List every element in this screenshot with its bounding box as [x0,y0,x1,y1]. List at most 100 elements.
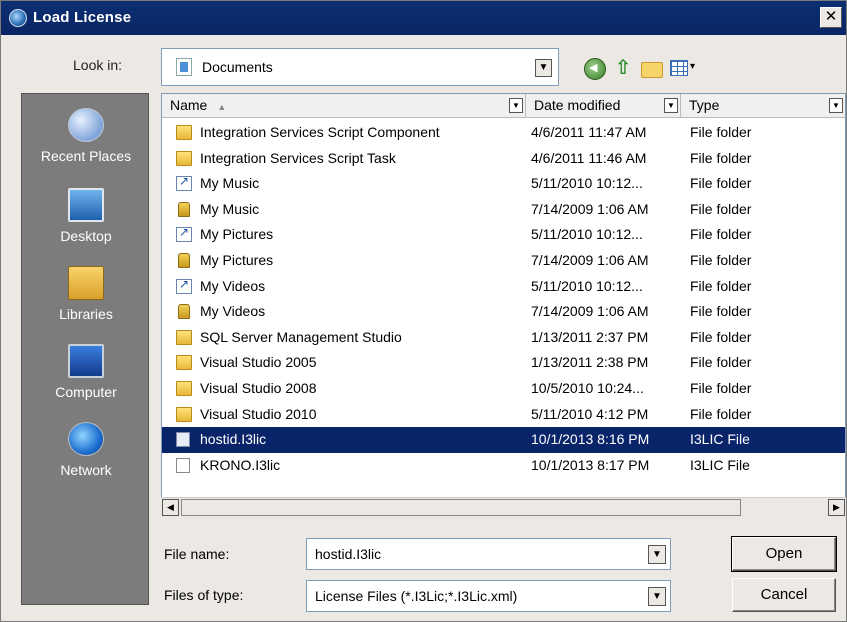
file-row[interactable]: Visual Studio 2008 10/5/2010 10:24... File… [162,376,845,402]
place-recent-places[interactable]: Recent Places [22,108,150,164]
computer-icon [68,344,104,378]
file-name-cell: My Music [200,200,260,217]
file-type-cell: File folder [690,226,752,243]
open-button[interactable]: Open [731,536,837,572]
sort-ascending-icon: ▲ [217,102,227,112]
place-label: Network [60,462,112,478]
file-row[interactable]: SQL Server Management Studio 1/13/2011 2:… [162,325,845,351]
chevron-down-icon[interactable]: ▼ [664,98,678,113]
close-button[interactable]: ✕ [820,7,842,28]
date-modified-cell: 10/1/2013 8:17 PM [531,456,650,473]
date-modified-cell: 7/14/2009 1:06 AM [531,303,649,320]
file-type-cell: File folder [690,379,752,396]
scroll-right-arrow-icon[interactable]: ▶ [828,499,845,516]
file-type-value: License Files (*.I3Lic;*.I3Lic.xml) [315,588,518,604]
date-modified-cell: 5/11/2010 10:12... [531,175,643,192]
look-in-combobox[interactable]: Documents ▼ [161,48,559,86]
date-modified-cell: 5/11/2010 10:12... [531,226,643,243]
horizontal-scrollbar[interactable]: ◀ ▶ [161,497,846,517]
file-row[interactable]: hostid.I3lic 10/1/2013 8:16 PM I3LIC File [162,427,845,453]
file-name-cell: Integration Services Script Task [200,149,396,166]
chevron-down-icon[interactable]: ▼ [535,59,552,77]
column-header-type[interactable]: Type ▼ [681,94,845,118]
shortcut-folder-icon [176,277,192,294]
place-network[interactable]: Network [22,422,150,478]
chevron-down-icon[interactable]: ▼ [829,98,843,113]
date-modified-cell: 4/6/2011 11:47 AM [531,124,647,140]
file-type-cell: File folder [690,405,752,422]
shortcut-folder-icon [176,174,192,192]
date-modified-cell: 1/13/2011 2:37 PM [531,328,649,345]
file-list[interactable]: Name ▲ ▼ Date modified ▼ Type ▼ Integrati… [161,93,846,517]
file-name-combobox[interactable]: hostid.I3lic ▼ [306,538,671,570]
file-row[interactable]: Visual Studio 2005 1/13/2011 2:38 PM File … [162,350,845,376]
file-row[interactable]: Integration Services Script Task 4/6/2011… [162,146,845,172]
folder-icon [176,125,192,140]
file-row[interactable]: My Pictures 5/11/2010 10:12... File folder [162,222,845,248]
locked-folder-icon [178,252,190,268]
file-type-cell: File folder [690,251,752,268]
file-name-cell: My Pictures [200,226,274,243]
date-modified-cell: 1/13/2011 2:38 PM [531,354,649,371]
file-type-select[interactable]: License Files (*.I3Lic;*.I3Lic.xml) ▼ [306,580,671,612]
window-title: Load License [33,9,132,26]
date-modified-cell: 10/5/2010 10:24... [531,379,644,396]
view-menu-button[interactable]: ▾ [670,58,702,80]
column-header-date[interactable]: Date modified ▼ [526,94,681,118]
file-row[interactable]: Integration Services Script Component 4/6… [162,120,845,146]
date-modified-cell: 5/11/2010 10:12... [531,277,643,294]
shortcut-folder-icon [176,225,192,243]
file-type-cell: File folder [690,149,752,166]
date-modified-cell: 7/14/2009 1:06 AM [531,200,649,217]
file-name-cell: SQL Server Management Studio [200,328,402,345]
date-modified-cell: 5/11/2010 4:12 PM [531,405,649,422]
file-row[interactable]: My Videos 7/14/2009 1:06 AM File folder [162,299,845,325]
load-license-dialog: Load License ✕ Look in: Documents ▼ ⇧ ▾ … [0,0,847,622]
file-name-cell: Visual Studio 2005 [200,354,317,371]
place-computer[interactable]: Computer [22,344,150,400]
scrollbar-thumb[interactable] [181,499,741,516]
place-label: Recent Places [40,148,132,164]
file-type-cell: File folder [690,354,752,371]
place-desktop[interactable]: Desktop [22,188,150,244]
chevron-down-icon[interactable]: ▼ [648,545,666,564]
file-name-label: File name: [164,546,230,562]
documents-icon [176,58,192,76]
place-label: Desktop [60,228,112,244]
file-row[interactable]: KRONO.I3lic 10/1/2013 8:17 PM I3LIC File [162,453,845,479]
file-type-cell: File folder [690,303,752,320]
file-name-value: hostid.I3lic [315,546,382,562]
desktop-icon [68,188,104,222]
file-name-cell: KRONO.I3lic [200,456,281,473]
file-row[interactable]: My Pictures 7/14/2009 1:06 AM File folder [162,248,845,274]
title-bar[interactable]: Load License ✕ [1,1,846,35]
file-type-cell: File folder [690,328,752,345]
file-name-cell: hostid.I3lic [200,431,267,448]
chevron-down-icon[interactable]: ▼ [648,587,666,606]
up-folder-icon[interactable]: ⇧ [612,58,634,80]
column-header-label: Date modified [534,97,621,113]
place-libraries[interactable]: Libraries [22,266,150,322]
recent-places-icon [68,108,104,142]
locked-folder-icon [178,304,190,320]
chevron-down-icon: ▾ [690,61,696,72]
file-row[interactable]: My Music 5/11/2010 10:12... File folder [162,171,845,197]
column-header-name[interactable]: Name ▲ ▼ [162,94,526,118]
scroll-left-arrow-icon[interactable]: ◀ [162,499,179,516]
file-rows: Integration Services Script Component 4/6… [162,120,845,478]
file-name-cell: Visual Studio 2010 [200,405,317,422]
file-type-cell: File folder [690,277,752,294]
column-header-row: Name ▲ ▼ Date modified ▼ Type ▼ [162,94,845,118]
cancel-button[interactable]: Cancel [732,578,836,612]
file-row[interactable]: My Music 7/14/2009 1:06 AM File folder [162,197,845,223]
file-name-cell: Visual Studio 2008 [200,379,317,396]
date-modified-cell: 10/1/2013 8:16 PM [531,431,650,448]
folder-icon [176,355,192,371]
chevron-down-icon[interactable]: ▼ [509,98,523,113]
back-arrow-icon[interactable] [584,58,606,80]
file-row[interactable]: Visual Studio 2010 5/11/2010 4:12 PM File … [162,402,845,428]
file-row[interactable]: My Videos 5/11/2010 10:12... File folder [162,274,845,300]
new-folder-icon[interactable] [641,62,663,78]
folder-icon [176,406,192,422]
file-type-cell: File folder [690,124,752,140]
